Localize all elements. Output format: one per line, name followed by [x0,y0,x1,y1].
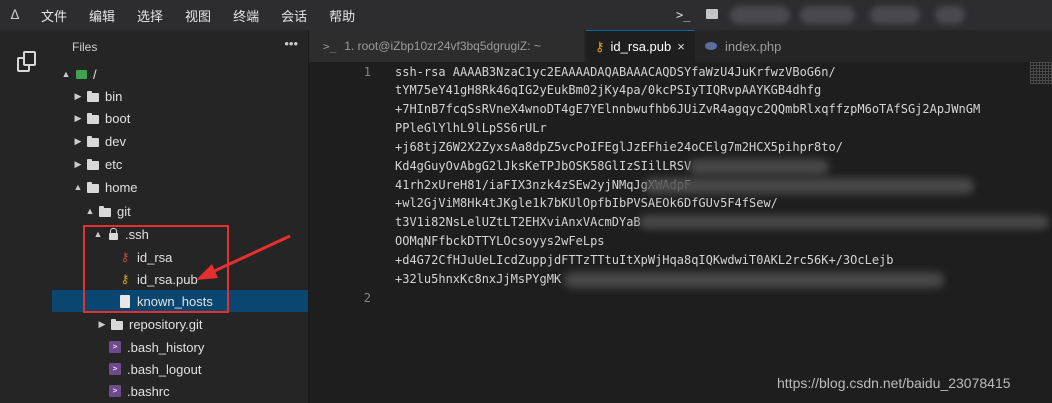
tree-item-home[interactable]: ▲ home [52,176,308,198]
tree-item-dev[interactable]: ▶ dev [52,130,308,152]
chevron-down-icon: ▲ [61,69,71,79]
php-icon [705,42,717,50]
folder-icon [86,134,100,148]
editor-area[interactable]: 1 ssh-rsa AAAAB3NzaC1yc2EAAAADAQABAAACAQ… [309,62,1052,403]
tree-item-etc[interactable]: ▶ etc [52,153,308,175]
code-line: tYM75eY41gH8Rk46qIG2yEukBm02jKy4pa/0kcPS… [395,83,822,97]
chevron-right-icon: ▶ [98,318,106,329]
tree-item-bash-logout[interactable]: > .bash_logout [52,358,308,380]
tree-item-label: home [105,179,138,195]
menu-session[interactable]: 会话 [270,6,318,25]
redaction-blur [689,159,829,175]
terminal-icon[interactable]: >_ [676,8,690,22]
tree-item-root[interactable]: ▲ / [52,63,308,85]
drive-icon [74,67,88,81]
folder-icon [110,317,124,331]
redacted-blur [730,6,790,24]
chevron-right-icon: ▶ [74,158,82,169]
line-number: 1 [363,65,371,79]
terminal-icon: > [108,384,122,398]
redacted-blur [935,6,965,24]
tree-item-label: .bash_logout [127,361,202,377]
terminal-icon: > [108,362,122,376]
tab-bar: >_ 1. root@iZbp10zr24vf3bq5dgrugiZ: ~ ⚷ … [309,30,1052,62]
terminal-icon: >_ [323,39,337,53]
tree-item-label: boot [105,110,131,126]
menu-help[interactable]: 帮助 [318,6,366,25]
menu-file[interactable]: 文件 [30,6,78,25]
watermark: https://blog.csdn.net/baidu_23078415 [777,375,1011,391]
tree-item-label: etc [105,156,123,172]
line-number: 2 [363,291,371,305]
chevron-right-icon: ▶ [74,112,82,123]
redaction-blur [644,178,974,194]
chevron-down-icon: ▲ [73,182,83,192]
app-logo-icon: ᐃ [10,7,20,22]
code-line: +32lu5hnxKc8nxJjMsPYgMK [395,272,562,286]
file-explorer: Files ••• ▲ / ▶ bin ▶ boot ▶ dev ▶ etc ▲… [52,30,309,403]
tree-item-repository-git[interactable]: ▶ repository.git [52,313,308,335]
menu-terminal[interactable]: 终端 [222,6,270,25]
menu-view[interactable]: 视图 [174,6,222,25]
key-icon: ⚷ [595,38,605,54]
tree-item-label: / [93,66,97,82]
chevron-right-icon: ▶ [74,135,82,146]
tree-item-label: git [117,203,131,219]
tree-item-label: .bash_history [127,339,205,355]
sidebar-title: Files [72,40,98,54]
tab-label: 1. root@iZbp10zr24vf3bq5dgrugiZ: ~ [344,39,541,53]
tree-item-label: repository.git [129,316,203,332]
chevron-right-icon: ▶ [74,90,82,101]
code-line: t3V1i82NsLelUZtLT2EHXviAnxVAcmDYaB [395,215,641,229]
code-line: +wl2GjViM8Hk4tJKgle1k7bKUlOpfbIbPVSAEOk6… [395,196,778,210]
tab-id-rsa-pub[interactable]: ⚷ id_rsa.pub × [586,30,695,62]
code-line: Kd4gGuyOvAbgG2lJksKeTPJbOSK58GlIzSIilLRS… [395,159,692,173]
tree-item-label: .bashrc [127,383,170,399]
chevron-down-icon: ▲ [85,206,95,216]
folder-icon [86,180,100,194]
tab-terminal-session[interactable]: >_ 1. root@iZbp10zr24vf3bq5dgrugiZ: ~ [309,30,584,62]
tree-item-git[interactable]: ▲ git [52,200,308,222]
code-line: ssh-rsa AAAAB3NzaC1yc2EAAAADAQABAAACAQDS… [395,65,836,79]
tab-index-php[interactable]: index.php [697,30,797,62]
more-actions-icon[interactable]: ••• [284,36,298,51]
folder-icon [86,111,100,125]
folder-icon [86,157,100,171]
tab-label: index.php [725,38,782,54]
tab-label: id_rsa.pub [610,39,672,54]
tree-item-boot[interactable]: ▶ boot [52,107,308,129]
files-explorer-icon[interactable] [17,51,36,72]
redaction-blur [564,272,944,288]
redaction-blur [639,215,1049,229]
minimap[interactable] [1030,62,1052,84]
activity-bar [0,30,52,403]
folder-icon [98,204,112,218]
menubar: ᐃ 文件 编辑 选择 视图 终端 会话 帮助 >_ [0,0,1052,30]
folder-icon [86,89,100,103]
code-line: OOMqNFfbckDTTYLOcsoyys2wFeLps [395,234,605,248]
tree-item-bin[interactable]: ▶ bin [52,85,308,107]
tree-item-bash-history[interactable]: > .bash_history [52,336,308,358]
code-line: +d4G72CfHJuUeLIcdZuppjdFTTzTTtuItXpWjHqa… [395,253,894,267]
folder-icon[interactable] [706,9,718,19]
tree-item-label: dev [105,133,126,149]
tree-item-label: bin [105,88,123,104]
code-line: +j68tjZ6W2X2ZyxsAa8dpZ5vcPoIFEglJzEFhie2… [395,140,843,154]
menu-selection[interactable]: 选择 [126,6,174,25]
code-line: +7HInB7fcqSsRVneX4wnoDT4gE7YElnnbwufhb6J… [395,102,981,116]
redacted-blur [870,6,920,24]
annotation-arrow-icon [196,234,291,280]
menu-edit[interactable]: 编辑 [78,6,126,25]
close-icon[interactable]: × [677,39,685,54]
terminal-icon: > [108,340,122,354]
redacted-blur [800,6,855,24]
tree-item-bashrc[interactable]: > .bashrc [52,380,308,402]
code-line: PPleGlYlhL9lLpSS6rULr [395,121,547,135]
